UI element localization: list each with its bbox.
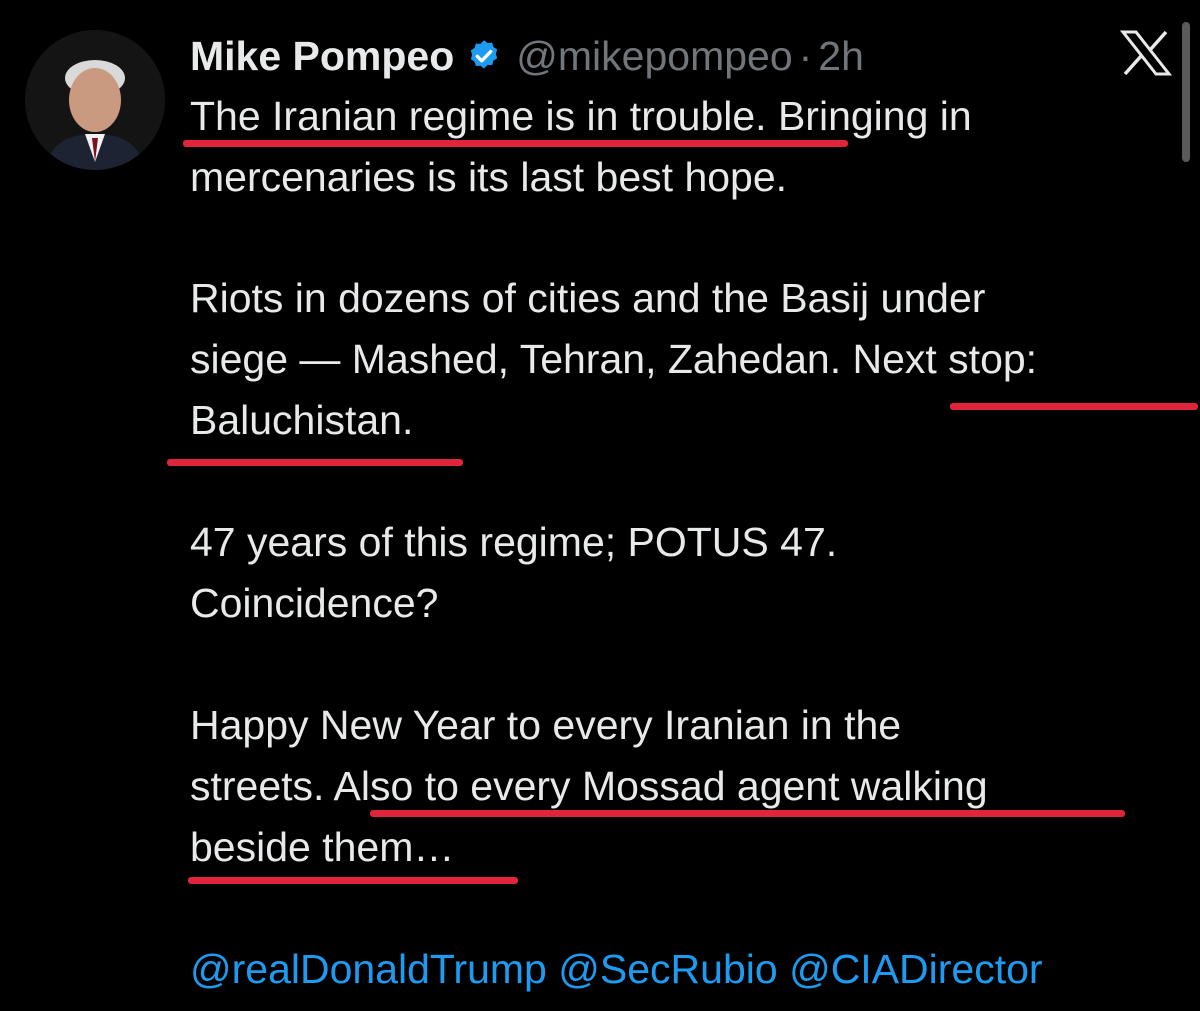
tweet-text-line: Coincidence? bbox=[190, 580, 439, 626]
mention-link[interactable]: @realDonaldTrump bbox=[190, 946, 547, 992]
annotation-underline bbox=[167, 459, 463, 466]
tweet-text-line: mercenaries is its last best hope. bbox=[190, 154, 788, 200]
tweet-text-line: The Iranian regime is in trouble. Bringi… bbox=[190, 93, 972, 139]
mention-link[interactable]: @SecRubio bbox=[558, 946, 777, 992]
author-handle[interactable]: @mikepompeo bbox=[516, 33, 792, 80]
timestamp[interactable]: 2h bbox=[818, 33, 864, 80]
tweet-text-line: Happy New Year to every Iranian in the bbox=[190, 702, 902, 748]
avatar[interactable] bbox=[25, 30, 165, 170]
annotation-underline bbox=[188, 877, 518, 884]
verified-badge-icon bbox=[471, 40, 498, 69]
scrollbar[interactable] bbox=[1182, 22, 1190, 162]
mentions-line: @realDonaldTrump @SecRubio @CIADirector bbox=[190, 939, 1043, 999]
author-name[interactable]: Mike Pompeo bbox=[190, 33, 454, 80]
tweet-text-line: 47 years of this regime; POTUS 47. bbox=[190, 519, 838, 565]
tweet-text-line: Baluchistan. bbox=[190, 397, 414, 443]
tweet-header: Mike Pompeo @mikepompeo · 2h bbox=[190, 28, 864, 84]
annotation-underline bbox=[950, 403, 1198, 410]
tweet-text-line: siege — Mashed, Tehran, Zahedan. Next st… bbox=[190, 336, 1038, 382]
annotation-underline bbox=[370, 810, 1125, 817]
tweet-text-line: streets. Also to every Mossad agent walk… bbox=[190, 763, 988, 809]
separator-dot: · bbox=[798, 32, 813, 79]
tweet-text-line: Riots in dozens of cities and the Basij … bbox=[190, 275, 986, 321]
tweet-text-line: beside them… bbox=[190, 824, 455, 870]
profile-photo bbox=[25, 30, 165, 170]
annotation-underline bbox=[183, 140, 848, 147]
mention-link[interactable]: @CIADirector bbox=[789, 946, 1043, 992]
x-logo-icon[interactable] bbox=[1120, 30, 1172, 76]
